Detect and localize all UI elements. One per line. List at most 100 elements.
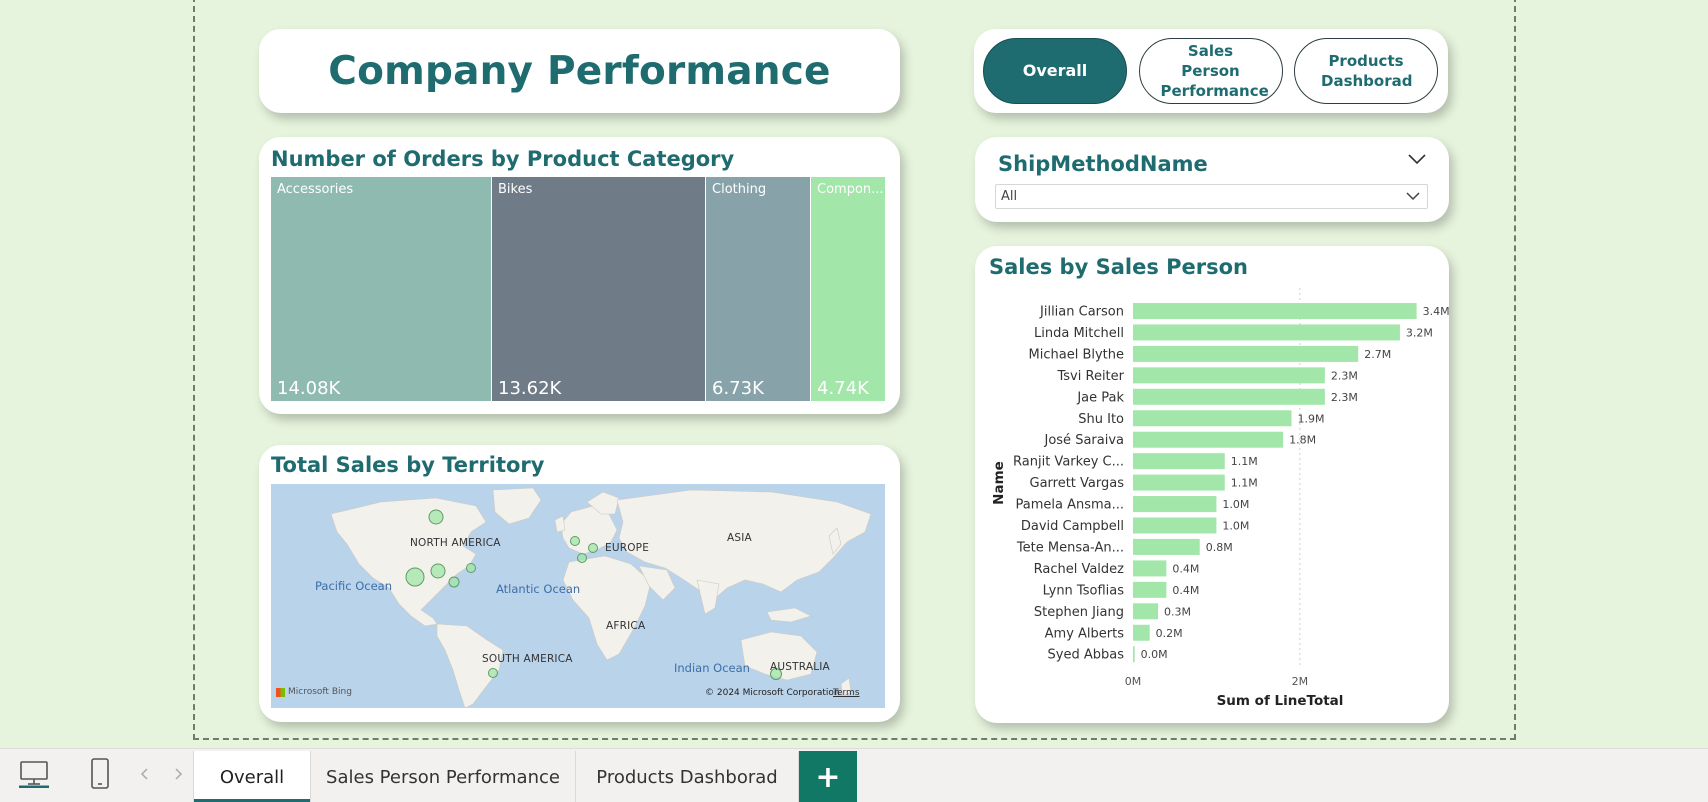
map-bubble[interactable] xyxy=(570,536,580,546)
bar[interactable] xyxy=(1133,388,1325,405)
map-bubble[interactable] xyxy=(405,567,425,587)
category-label: Pamela Ansma... xyxy=(1015,498,1124,513)
category-label: Garrett Vargas xyxy=(1030,476,1125,491)
y-axis-title: Name xyxy=(991,461,1007,505)
ship-method-slicer: ShipMethodName All xyxy=(975,137,1449,222)
nav-button-sales-person-performance[interactable]: Sales Person Performance xyxy=(1138,38,1283,104)
bar[interactable] xyxy=(1133,410,1292,427)
page-tab-sales-person-performance[interactable]: Sales Person Performance xyxy=(311,751,576,802)
map-bubble[interactable] xyxy=(430,563,446,579)
chevron-left-icon[interactable] xyxy=(139,766,151,782)
bar[interactable] xyxy=(1133,496,1217,513)
page-tab-products-dashboard[interactable]: Products Dashborad xyxy=(576,751,799,802)
slicer-dropdown[interactable]: All xyxy=(995,184,1428,209)
category-label: Tsvi Reiter xyxy=(1057,369,1125,384)
bar[interactable] xyxy=(1133,345,1359,362)
tile-label: Bikes xyxy=(498,182,533,197)
nav-button-label: Sales Person Performance xyxy=(1160,42,1269,100)
microsoft-logo-icon xyxy=(276,687,285,697)
tile-value: 13.62K xyxy=(498,378,562,399)
data-label: 0.2M xyxy=(1156,627,1183,640)
page-tab-overall[interactable]: Overall xyxy=(193,751,311,802)
bar[interactable] xyxy=(1133,453,1225,470)
map-label-atlantic-ocean: Atlantic Ocean xyxy=(496,582,581,596)
x-axis-title: Sum of LineTotal xyxy=(1217,693,1344,709)
bar[interactable] xyxy=(1133,324,1400,341)
tile-value: 14.08K xyxy=(277,378,341,399)
nav-button-label: Products Dashborad xyxy=(1321,52,1413,90)
bar[interactable] xyxy=(1133,581,1167,598)
treemap-tile-components[interactable]: Compon... 4.74K xyxy=(811,177,885,401)
map-label-pacific-ocean: Pacific Ocean xyxy=(315,579,392,593)
category-label: Lynn Tsoflias xyxy=(1043,583,1125,598)
bar[interactable] xyxy=(1133,646,1135,663)
bar[interactable] xyxy=(1133,474,1225,491)
category-label: Stephen Jiang xyxy=(1034,605,1124,620)
bar[interactable] xyxy=(1133,560,1167,577)
nav-button-overall[interactable]: Overall xyxy=(983,38,1127,104)
map-terms-link[interactable]: Terms xyxy=(833,688,860,698)
data-label: 1.9M xyxy=(1297,412,1324,425)
category-label: Jillian Carson xyxy=(1039,305,1124,320)
treemap-visual: Number of Orders by Product Category Acc… xyxy=(259,137,900,414)
category-label: Ranjit Varkey C... xyxy=(1013,455,1124,470)
data-label: 2.3M xyxy=(1331,369,1358,382)
map-bubble[interactable] xyxy=(488,668,498,678)
data-label: 1.1M xyxy=(1231,477,1258,490)
data-label: 1.1M xyxy=(1231,455,1258,468)
nav-button-group: Overall Sales Person Performance Product… xyxy=(974,29,1448,113)
map-bubble[interactable] xyxy=(588,543,598,553)
desktop-icon[interactable] xyxy=(18,760,50,788)
map-bubble[interactable] xyxy=(448,576,460,588)
bing-label: Microsoft Bing xyxy=(288,687,352,697)
bing-logo: Microsoft Bing xyxy=(276,687,352,697)
map-label-south-america: SOUTH AMERICA xyxy=(482,653,573,665)
bar[interactable] xyxy=(1133,603,1159,620)
category-label: Syed Abbas xyxy=(1048,648,1125,663)
treemap-area: Accessories 14.08K Bikes 13.62K Clothing… xyxy=(271,177,885,401)
map-bubble[interactable] xyxy=(428,509,444,525)
chevron-down-icon xyxy=(1406,192,1420,201)
category-label: José Saraiva xyxy=(1044,433,1125,448)
map-bubble[interactable] xyxy=(577,553,587,563)
map-label-africa: AFRICA xyxy=(606,620,646,632)
tile-label: Accessories xyxy=(277,182,354,197)
data-label: 0.4M xyxy=(1172,562,1199,575)
page-tab-bar: Overall Sales Person Performance Product… xyxy=(0,748,1708,802)
territory-map[interactable]: NORTH AMERICA EUROPE ASIA AFRICA SOUTH A… xyxy=(271,484,885,708)
data-label: 1.0M xyxy=(1222,520,1249,533)
bar[interactable] xyxy=(1133,624,1150,641)
bar[interactable] xyxy=(1133,517,1217,534)
category-label: Amy Alberts xyxy=(1045,626,1125,641)
map-visual: Total Sales by Territory NORTH AMERICA E… xyxy=(259,445,900,722)
map-bubble[interactable] xyxy=(466,563,476,573)
data-label: 0.8M xyxy=(1206,541,1233,554)
category-label: Shu Ito xyxy=(1078,412,1124,427)
data-label: 2.7M xyxy=(1364,348,1391,361)
tile-label: Clothing xyxy=(712,182,767,197)
mobile-icon[interactable] xyxy=(89,758,111,790)
data-label: 1.0M xyxy=(1222,498,1249,511)
bar[interactable] xyxy=(1133,431,1284,448)
bar[interactable] xyxy=(1133,538,1200,555)
treemap-tile-clothing[interactable]: Clothing 6.73K xyxy=(706,177,810,401)
data-label: 3.4M xyxy=(1423,305,1449,318)
bar[interactable] xyxy=(1133,303,1417,319)
map-label-north-america: NORTH AMERICA xyxy=(410,537,501,549)
data-label: 3.2M xyxy=(1406,326,1433,339)
chevron-down-icon[interactable] xyxy=(1407,152,1427,166)
sales-by-person-chart: Sales by Sales Person Jillian Carson 3.4M… xyxy=(975,246,1449,723)
bar[interactable] xyxy=(1133,367,1325,384)
map-label-asia: ASIA xyxy=(727,532,752,544)
map-copyright: © 2024 Microsoft Corporation xyxy=(705,688,840,698)
treemap-title: Number of Orders by Product Category xyxy=(271,147,735,171)
treemap-tile-bikes[interactable]: Bikes 13.62K xyxy=(492,177,705,401)
page-title: Company Performance xyxy=(328,48,831,94)
category-label: Tete Mensa-An... xyxy=(1016,540,1124,555)
treemap-tile-accessories[interactable]: Accessories 14.08K xyxy=(271,177,491,401)
add-page-button[interactable]: + xyxy=(799,751,857,802)
data-label: 1.8M xyxy=(1289,434,1316,447)
category-label: Linda Mitchell xyxy=(1034,326,1124,341)
nav-button-products-dashboard[interactable]: Products Dashborad xyxy=(1294,38,1438,104)
chevron-right-icon[interactable] xyxy=(172,766,184,782)
